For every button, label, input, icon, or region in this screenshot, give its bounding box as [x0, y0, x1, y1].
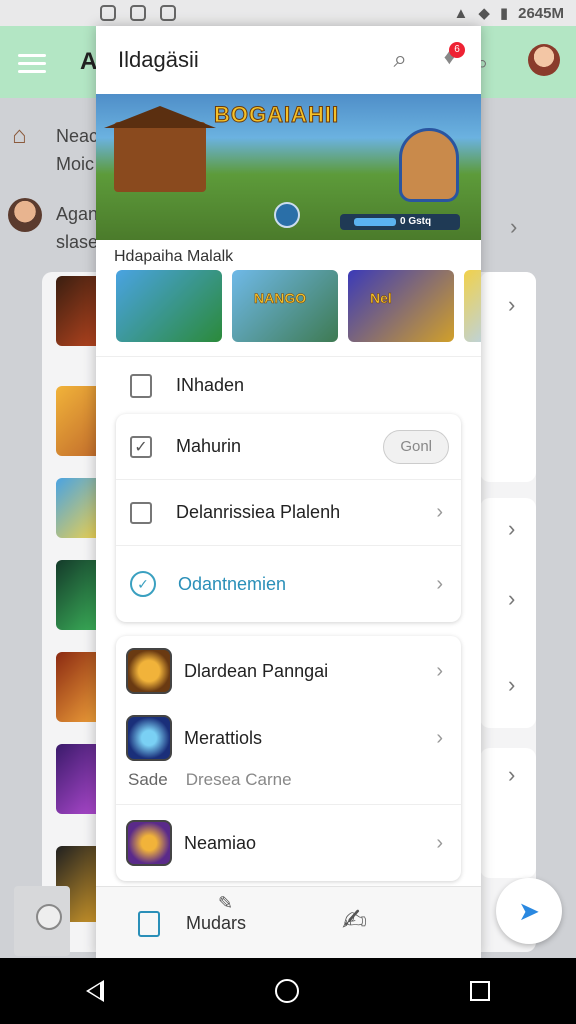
hero-action-button[interactable] — [274, 202, 300, 228]
home-button-icon[interactable] — [274, 979, 299, 1003]
game-icon — [126, 820, 172, 866]
game-thumbnail[interactable] — [464, 270, 481, 342]
document-icon[interactable] — [138, 911, 160, 937]
chevron-right-icon: › — [510, 214, 518, 239]
wifi-icon: ◆ — [478, 5, 490, 22]
chevron-right-icon: › — [436, 572, 443, 595]
chevron-right-icon: › — [436, 726, 443, 749]
notification-badge: 6 — [449, 42, 465, 58]
search-icon[interactable]: ⌕ — [394, 46, 407, 74]
back-icon[interactable] — [85, 980, 104, 1002]
game-thumbnail[interactable] — [116, 270, 222, 342]
chevron-right-icon: › — [508, 762, 516, 787]
chevron-right-icon: › — [436, 501, 443, 523]
chevron-right-icon: › — [508, 292, 516, 317]
option-row[interactable]: ✓ Mahurin Gonl — [116, 414, 461, 480]
game-row[interactable]: Dlardean Panngai › — [116, 636, 461, 706]
background-fab-left[interactable] — [14, 886, 70, 956]
chevron-right-icon: › — [436, 831, 443, 854]
checkbox-icon[interactable] — [130, 501, 152, 524]
section-label: Hdapaiha Malalk — [114, 248, 234, 265]
menu-item[interactable]: INhaden — [96, 356, 481, 414]
option-row[interactable]: ✓ Odantnemien › — [116, 546, 461, 622]
game-row-subtitle: Sade Dresea Carne — [116, 770, 461, 805]
sim-icon — [130, 5, 146, 21]
checkbox-checked-icon[interactable]: ✓ — [130, 435, 152, 458]
document-icon — [130, 373, 152, 398]
pencil-icon: ✎ — [218, 893, 234, 913]
hero-title: BOGAIAHII — [213, 102, 340, 128]
options-card: ✓ Mahurin Gonl Delanrissiea Plalenh › ✓ … — [116, 414, 461, 622]
action-button[interactable]: Gonl — [383, 429, 449, 464]
navigation-arrow-icon: ➤ — [518, 895, 540, 926]
recents-icon[interactable] — [470, 981, 491, 1001]
page-title: Ildagäsii — [118, 47, 199, 72]
status-time: 2645M — [518, 4, 564, 22]
status-bar: ▲ ◆ ▮ 2645M — [0, 0, 576, 26]
bottom-navigation: ✎ Mudars ✍ — [96, 886, 481, 958]
hut-illustration — [104, 106, 216, 192]
game-icon — [126, 715, 172, 761]
hero-banner[interactable]: BOGAIAHII 0 Gstq — [96, 94, 481, 240]
system-navigation-bar — [0, 958, 576, 1024]
background-row-text-2: Agan slase — [56, 204, 99, 252]
bottom-nav-label[interactable]: Mudars — [186, 913, 246, 934]
chevron-right-icon: › — [508, 516, 516, 541]
hero-progress-bar: 0 Gstq — [340, 214, 460, 230]
character-illustration — [399, 128, 459, 202]
chevron-right-icon: › — [508, 672, 516, 697]
notification-icon — [100, 5, 116, 21]
panel-header: Ildagäsii ⌕ ♦ 6 — [96, 26, 481, 94]
option-row[interactable]: Delanrissiea Plalenh › — [116, 480, 461, 546]
battery-icon: ▮ — [499, 5, 509, 22]
background-user-avatar — [8, 198, 42, 232]
game-row[interactable]: Merattiols › — [116, 706, 461, 770]
background-title: A — [80, 48, 98, 75]
chevron-right-icon: › — [508, 586, 516, 611]
background-row-text: Neac Moic — [56, 126, 99, 174]
app-icon — [160, 5, 176, 21]
chevron-right-icon: › — [436, 659, 443, 682]
avatar[interactable] — [528, 44, 560, 76]
navigate-fab[interactable]: ➤ — [496, 878, 562, 944]
home-icon[interactable]: ⌂ — [12, 122, 27, 150]
game-thumbnail[interactable]: NANGO — [232, 270, 338, 342]
edit-icon[interactable]: ✍ — [342, 903, 367, 938]
menu-icon[interactable] — [18, 54, 46, 73]
settings-icon — [36, 904, 62, 930]
app-panel: Ildagäsii ⌕ ♦ 6 BOGAIAHII 0 Gstq Hdapaih… — [96, 26, 481, 958]
game-row[interactable]: Neamiao › — [116, 805, 461, 881]
signal-icon: ▲ — [453, 4, 469, 22]
game-thumbnail[interactable]: Nel — [348, 270, 454, 342]
games-card: Dlardean Panngai › Merattiols › Sade Dre… — [116, 636, 461, 881]
thumbnail-strip: NANGO Nel — [96, 268, 481, 346]
game-icon — [126, 648, 172, 694]
check-circle-icon[interactable]: ✓ — [130, 571, 156, 597]
